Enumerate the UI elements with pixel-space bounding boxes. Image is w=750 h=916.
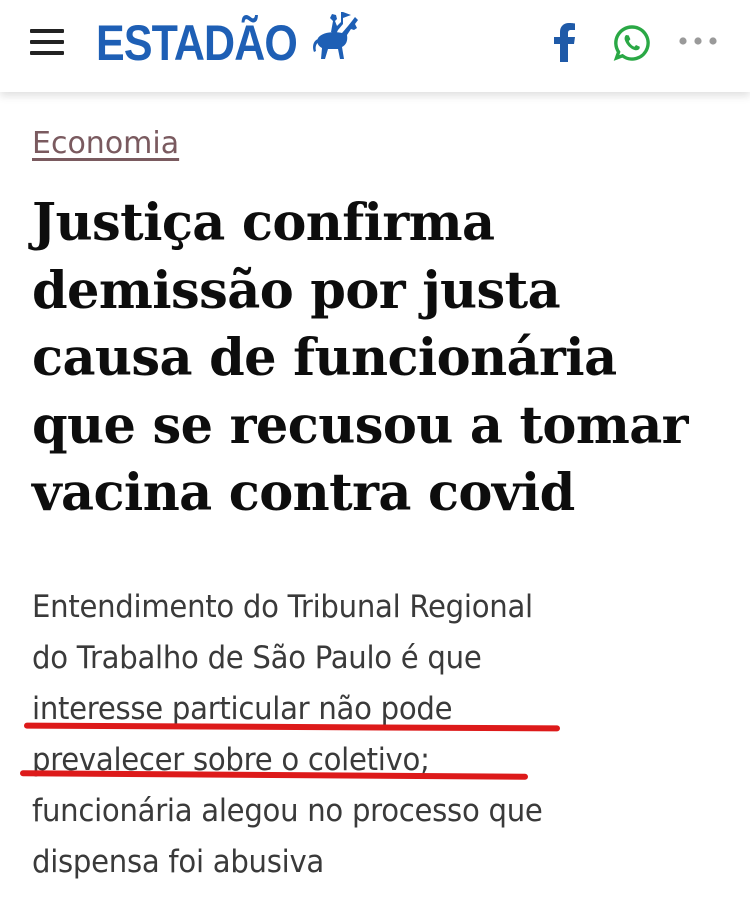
headline-line: Justiça confirma	[32, 193, 495, 253]
more-options-icon[interactable]	[678, 34, 718, 48]
section-link-economia[interactable]: Economia	[32, 124, 179, 164]
subhead-line: Entendimento do Tribunal Regional	[32, 589, 533, 625]
article-subheadline: Entendimento do Tribunal Regional do Tra…	[32, 582, 690, 888]
headline-line: que se recusou a tomar	[32, 395, 689, 456]
site-logo-text[interactable]: ESTADÃO	[96, 10, 298, 76]
facebook-icon[interactable]	[551, 22, 577, 62]
subhead-line: dispensa foi abusiva	[32, 844, 324, 880]
subhead-line: do Trabalho de São Paulo é que	[32, 640, 482, 676]
horse-rider-logo-icon	[313, 12, 358, 59]
headline-line: causa de funcionária	[32, 328, 617, 388]
whatsapp-icon[interactable]	[613, 24, 651, 62]
subhead-line: funcionária alegou no processo que	[32, 793, 543, 829]
article-headline: Justiça confirma demissão por justa caus…	[32, 190, 732, 528]
headline-line: demissão por justa	[32, 260, 561, 321]
top-navigation-bar: ESTADÃO	[0, 0, 750, 92]
hamburger-menu-icon[interactable]	[30, 29, 64, 55]
headline-line: vacina contra covid	[32, 463, 575, 523]
